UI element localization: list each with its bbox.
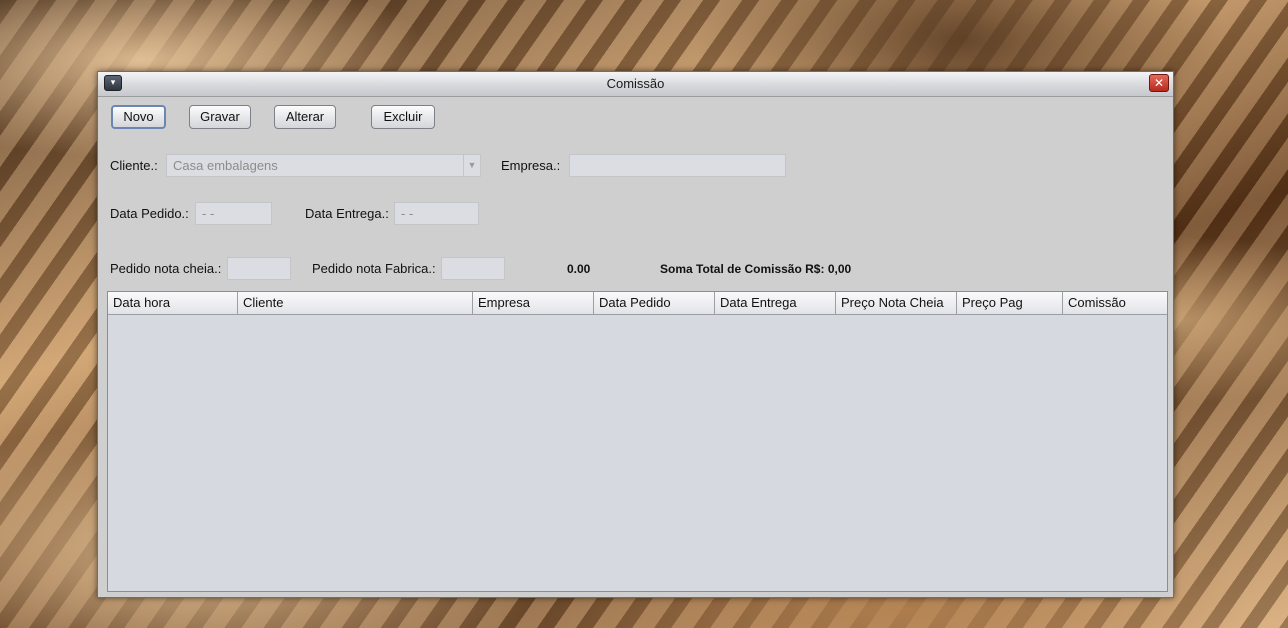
- column-header-data-pedido[interactable]: Data Pedido: [594, 292, 715, 314]
- column-header-preco-nota-cheia[interactable]: Preço Nota Cheia: [836, 292, 957, 314]
- pedido-nota-cheia-field[interactable]: [227, 257, 291, 280]
- title-bar[interactable]: ▾ Comissão ✕: [98, 72, 1173, 97]
- close-icon[interactable]: ✕: [1149, 74, 1169, 92]
- data-entrega-field[interactable]: - -: [394, 202, 479, 225]
- comissao-table[interactable]: Data hora Cliente Empresa Data Pedido Da…: [107, 291, 1168, 592]
- empresa-label: Empresa.:: [501, 158, 561, 173]
- pedido-nota-fabrica-field[interactable]: [441, 257, 505, 280]
- soma-total-comissao: Soma Total de Comissão R$: 0,00: [660, 262, 852, 276]
- column-header-empresa[interactable]: Empresa: [473, 292, 594, 314]
- column-header-data-entrega[interactable]: Data Entrega: [715, 292, 836, 314]
- gravar-button[interactable]: Gravar: [189, 105, 251, 129]
- pedido-nota-fabrica-label: Pedido nota Fabrica.:: [312, 261, 436, 276]
- excluir-button[interactable]: Excluir: [371, 105, 435, 129]
- cliente-label: Cliente.:: [110, 158, 158, 173]
- comissao-window: ▾ Comissão ✕ Novo Gravar Alterar Excluir…: [97, 71, 1174, 598]
- column-header-cliente[interactable]: Cliente: [238, 292, 473, 314]
- novo-button[interactable]: Novo: [111, 105, 166, 129]
- table-header: Data hora Cliente Empresa Data Pedido Da…: [108, 292, 1167, 315]
- table-body[interactable]: [108, 315, 1167, 591]
- data-pedido-label: Data Pedido.:: [110, 206, 189, 221]
- data-entrega-label: Data Entrega.:: [305, 206, 389, 221]
- column-header-preco-pag[interactable]: Preço Pag: [957, 292, 1063, 314]
- window-content: Novo Gravar Alterar Excluir Cliente.: Ca…: [98, 97, 1173, 597]
- alterar-button[interactable]: Alterar: [274, 105, 336, 129]
- window-title: Comissão: [606, 76, 665, 91]
- column-header-data-hora[interactable]: Data hora: [108, 292, 238, 314]
- cliente-combobox-value: Casa embalagens: [173, 158, 278, 173]
- empresa-field[interactable]: [569, 154, 786, 177]
- column-header-comissao[interactable]: Comissão: [1063, 292, 1167, 314]
- pedido-nota-cheia-label: Pedido nota cheia.:: [110, 261, 222, 276]
- cliente-combobox[interactable]: Casa embalagens ▼: [166, 154, 481, 177]
- computed-value: 0.00: [567, 262, 591, 276]
- chevron-down-icon[interactable]: ▼: [463, 155, 480, 176]
- data-pedido-field[interactable]: - -: [195, 202, 272, 225]
